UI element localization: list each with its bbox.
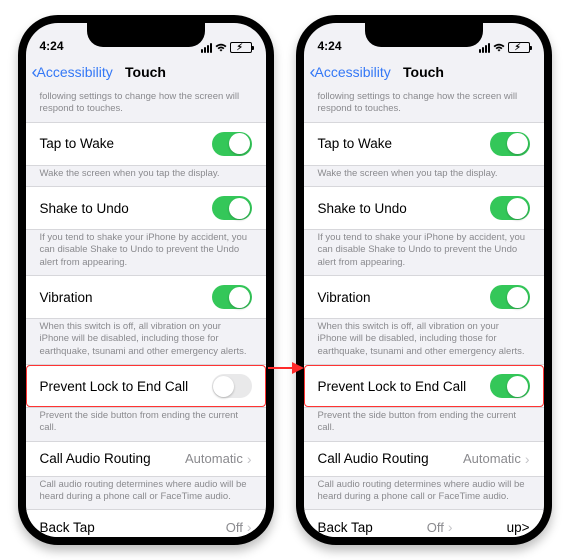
wifi-icon [493,43,505,52]
tap-to-wake-label: Tap to Wake [40,136,115,151]
vibration-row[interactable]: Vibration [304,276,544,318]
chevron-right-icon: › [247,451,252,467]
page-title: Touch [26,64,266,80]
chevron-right-icon: › [448,519,453,535]
shake-to-undo-desc: If you tend to shake your iPhone by acci… [304,230,544,275]
call-audio-desc: Call audio routing determines where audi… [26,477,266,510]
back-tap-value: Off [427,520,444,535]
back-tap-label: Back Tap [318,520,373,535]
prevent-lock-desc: Prevent the side button from ending the … [26,408,266,441]
shake-to-undo-label: Shake to Undo [40,201,129,216]
tap-to-wake-desc: Wake the screen when you tap the display… [304,166,544,186]
back-tap-label: Back Tap [40,520,95,535]
call-audio-row[interactable]: Call Audio Routing Automatic › [26,442,266,476]
tap-to-wake-row[interactable]: Tap to Wake [304,123,544,165]
prevent-lock-toggle[interactable] [212,374,252,398]
prevent-lock-desc: Prevent the side button from ending the … [304,408,544,441]
prevent-lock-label: Prevent Lock to End Call [40,379,189,394]
call-audio-label: Call Audio Routing [40,451,151,466]
prevent-lock-toggle[interactable] [490,374,530,398]
transition-arrow-icon [266,358,304,378]
tap-to-wake-desc: Wake the screen when you tap the display… [26,166,266,186]
notch [365,23,483,47]
vibration-toggle[interactable] [490,285,530,309]
page-title: Touch [304,64,544,80]
intro-text: following settings to change how the scr… [304,89,544,122]
call-audio-value: Automatic [185,451,243,466]
status-time: 4:24 [318,39,342,53]
prevent-lock-label: Prevent Lock to End Call [318,379,467,394]
call-audio-desc: Call audio routing determines where audi… [304,477,544,510]
call-audio-label: Call Audio Routing [318,451,429,466]
status-time: 4:24 [40,39,64,53]
back-tap-row[interactable]: Back Tap Off › up> [304,510,544,537]
vibration-label: Vibration [40,290,93,305]
tap-to-wake-toggle[interactable] [490,132,530,156]
shake-to-undo-label: Shake to Undo [318,201,407,216]
chevron-right-icon: › [247,519,252,535]
back-tap-row[interactable]: Back Tap Off › [26,510,266,537]
battery-icon: ⚡︎ [508,42,530,53]
intro-text: following settings to change how the scr… [26,89,266,122]
tap-to-wake-row[interactable]: Tap to Wake [26,123,266,165]
vibration-row[interactable]: Vibration [26,276,266,318]
shake-to-undo-toggle[interactable] [490,196,530,220]
call-audio-row[interactable]: Call Audio Routing Automatic › [304,442,544,476]
vibration-desc: When this switch is off, all vibration o… [26,319,266,364]
chevron-right-icon: › [525,451,530,467]
shake-to-undo-toggle[interactable] [212,196,252,220]
shake-to-undo-row[interactable]: Shake to Undo [304,187,544,229]
shake-to-undo-desc: If you tend to shake your iPhone by acci… [26,230,266,275]
vibration-toggle[interactable] [212,285,252,309]
wifi-icon [215,43,227,52]
call-audio-value: Automatic [463,451,521,466]
notch [87,23,205,47]
vibration-label: Vibration [318,290,371,305]
shake-to-undo-row[interactable]: Shake to Undo [26,187,266,229]
tap-to-wake-label: Tap to Wake [318,136,393,151]
prevent-lock-row[interactable]: Prevent Lock to End Call [304,365,544,407]
prevent-lock-row[interactable]: Prevent Lock to End Call [26,365,266,407]
phone-right: 4:24 ⚡︎ ‹ Accessibility Touch following … [296,15,552,545]
phone-left: 4:24 ⚡︎ ‹ Accessibility Touch following … [18,15,274,545]
cellular-icon [479,43,490,53]
tap-to-wake-toggle[interactable] [212,132,252,156]
battery-icon: ⚡︎ [230,42,252,53]
back-tap-value: Off [226,520,243,535]
vibration-desc: When this switch is off, all vibration o… [304,319,544,364]
cellular-icon [201,43,212,53]
